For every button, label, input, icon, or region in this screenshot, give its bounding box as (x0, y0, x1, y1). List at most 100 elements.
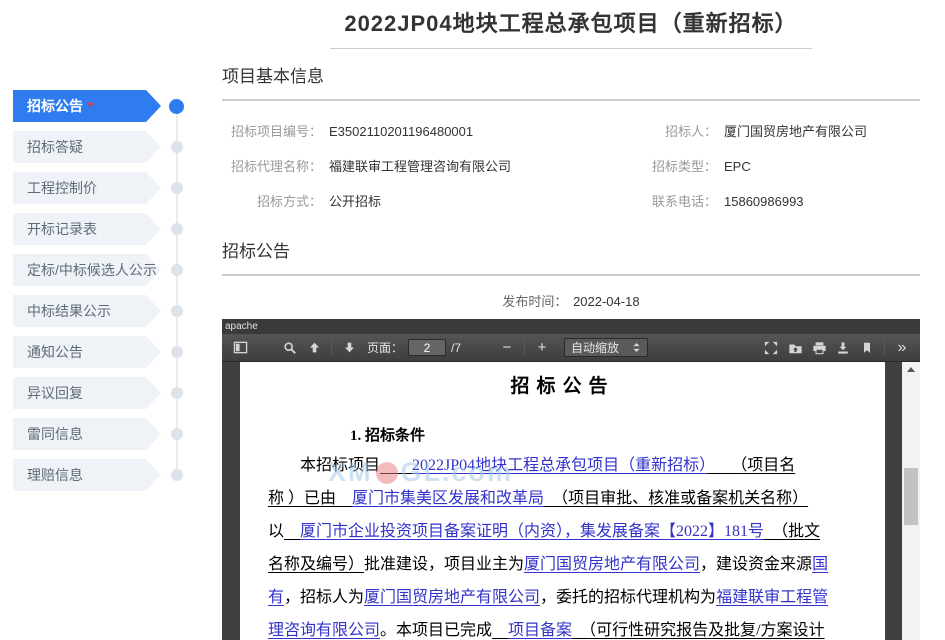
document-text: （批文 (780, 523, 820, 540)
sidebar-item-6[interactable]: 通知公告 (13, 336, 161, 368)
document-text: ，建设资金来源 (700, 556, 812, 573)
timeline-dot (171, 469, 183, 481)
print-icon (812, 341, 827, 355)
presentation-mode-button[interactable] (759, 337, 783, 359)
sidebar-row-1: 招标答疑 (13, 131, 199, 163)
document-link[interactable]: 厦门市集美区发展和改革局 (352, 490, 544, 507)
field-value: 15860986993 (724, 194, 804, 209)
field-value: 厦门国贸房地产有限公司 (724, 121, 867, 140)
document-link[interactable]: 厦门市企业投资项目备案证明（内资），集发展备案【2022】181号 (300, 523, 764, 540)
search-icon (283, 341, 297, 355)
sidebar-row-3: 开标记录表 (13, 213, 199, 245)
section-divider (222, 99, 920, 101)
download-icon (836, 341, 850, 355)
timeline-dot (171, 305, 183, 317)
document-text: （项目名 (739, 457, 795, 474)
sidebar-row-0: 招标公告* (13, 90, 199, 122)
info-field-2: 招标代理名称：福建联审工程管理咨询有限公司 (222, 156, 617, 175)
bookmark-button[interactable] (855, 337, 879, 359)
publish-time-value: 2022-04-18 (573, 294, 640, 309)
pdf-server-bar: apache (222, 319, 920, 334)
field-value: EPC (724, 159, 751, 174)
sidebar-item-4[interactable]: 定标/中标候选人公示 (13, 254, 161, 286)
minus-icon: − (503, 340, 512, 355)
pdf-page: 招标公告 1. 招标条件 本招标项目 2022JP04地块工程总承包项目（重新招… (240, 362, 885, 640)
main-content: 项目基本信息 招标项目编号：E3502110201196480001招标人：厦门… (222, 62, 920, 640)
field-label: 招标项目编号： (222, 121, 322, 140)
timeline-dot (171, 346, 183, 358)
download-button[interactable] (831, 337, 855, 359)
timeline-dot (171, 141, 183, 153)
sidebar-item-3[interactable]: 开标记录表 (13, 213, 161, 245)
zoom-out-button[interactable]: − (495, 337, 519, 359)
sidebar-row-4: 定标/中标候选人公示 (13, 254, 199, 286)
info-field-5: 联系电话： 15860986993 (617, 191, 920, 210)
document-text (707, 457, 739, 474)
document-link[interactable]: 厦门国贸房地产有限公司 (364, 589, 540, 606)
sidebar-item-0[interactable]: 招标公告* (13, 90, 161, 122)
document-link[interactable]: 2022JP04地块工程总承包项目（重新招标） (412, 457, 707, 474)
page-title: 2022JP04地块工程总承包项目（重新招标） (330, 4, 811, 49)
fullscreen-icon (764, 341, 778, 355)
page-number-input[interactable] (408, 339, 446, 356)
field-value: E3502110201196480001 (329, 124, 473, 139)
document-text (764, 523, 780, 540)
document-line: 有，招标人为厦门国贸房地产有限公司，委托的招标代理机构为福建联审工程管 (268, 581, 857, 614)
document-link[interactable]: 有 (268, 589, 284, 606)
document-text: ，委托的招标代理机构为 (540, 589, 716, 606)
document-link[interactable]: 项目备案 (508, 622, 572, 639)
timeline-dot (171, 264, 183, 276)
document-text (572, 622, 588, 639)
sidebar-row-6: 通知公告 (13, 336, 199, 368)
zoom-in-button[interactable]: + (530, 337, 554, 359)
sidebar-item-8[interactable]: 雷同信息 (13, 418, 161, 450)
page-up-icon (308, 341, 321, 354)
document-link[interactable]: 理咨询有限公司 (268, 622, 380, 639)
document-text: 名称及编号） (268, 556, 364, 573)
chevrons-right-icon: » (898, 339, 907, 357)
pdf-toolbar: 页面： /7 − + 自动缩放 (222, 334, 920, 362)
sidebar-item-2[interactable]: 工程控制价 (13, 172, 161, 204)
field-label: 招标类型： (617, 156, 717, 175)
document-text (544, 490, 560, 507)
page-down-button[interactable] (337, 337, 361, 359)
document-text (492, 622, 508, 639)
document-text: 本招标项目 (300, 457, 380, 474)
field-label: 联系电话： (617, 191, 717, 210)
document-section-heading: 1. 招标条件 (350, 424, 885, 445)
sidebar: 招标公告* 招标答疑工程控制价开标记录表定标/中标候选人公示中标结果公示通知公告异… (13, 90, 199, 500)
sidebar-item-1[interactable]: 招标答疑 (13, 131, 161, 163)
scroll-up-icon[interactable] (907, 367, 915, 372)
sidebar-row-9: 理赔信息 (13, 459, 199, 491)
page-up-button[interactable] (302, 337, 326, 359)
zoom-mode-select[interactable]: 自动缩放 (564, 338, 648, 357)
sidebar-item-label: 招标公告 (27, 98, 83, 114)
scrollbar-thumb[interactable] (904, 468, 918, 525)
sidebar-item-7[interactable]: 异议回复 (13, 377, 161, 409)
info-field-0: 招标项目编号： E3502110201196480001 (222, 121, 617, 140)
sidebar-item-9[interactable]: 理赔信息 (13, 459, 161, 491)
document-link[interactable]: 福建联审工程管 (716, 589, 828, 606)
sidebar-item-5[interactable]: 中标结果公示 (13, 295, 161, 327)
sidebar-item-label: 通知公告 (27, 344, 83, 360)
document-link[interactable]: 国 (812, 556, 828, 573)
document-text: 。本项目已完成 (380, 622, 492, 639)
announcement-section: 招标公告 发布时间： 2022-04-18 apache (222, 237, 920, 640)
document-text: （可行性研究报告及批复/方案设计 (588, 622, 824, 639)
document-line: 本招标项目 2022JP04地块工程总承包项目（重新招标） （项目名 (268, 449, 857, 482)
sidebar-item-label: 雷同信息 (27, 426, 83, 442)
document-text: 称 ）已由 (268, 490, 336, 507)
basic-info-grid: 招标项目编号：E3502110201196480001招标人：厦门国贸房地产有限… (222, 121, 920, 210)
page-count: /7 (451, 341, 461, 355)
toolbar-separator (524, 340, 525, 356)
open-file-button[interactable] (783, 337, 807, 359)
page-header: 2022JP04地块工程总承包项目（重新招标） (222, 4, 920, 49)
document-link[interactable]: 厦门国贸房地产有限公司 (524, 556, 700, 573)
print-button[interactable] (807, 337, 831, 359)
find-button[interactable] (278, 337, 302, 359)
more-tools-button[interactable]: » (890, 337, 914, 359)
toggle-sidebar-button[interactable] (228, 337, 252, 359)
pdf-scrollbar[interactable] (902, 362, 920, 640)
page-number-label: 页面： (367, 339, 403, 356)
bookmark-icon (861, 341, 873, 355)
